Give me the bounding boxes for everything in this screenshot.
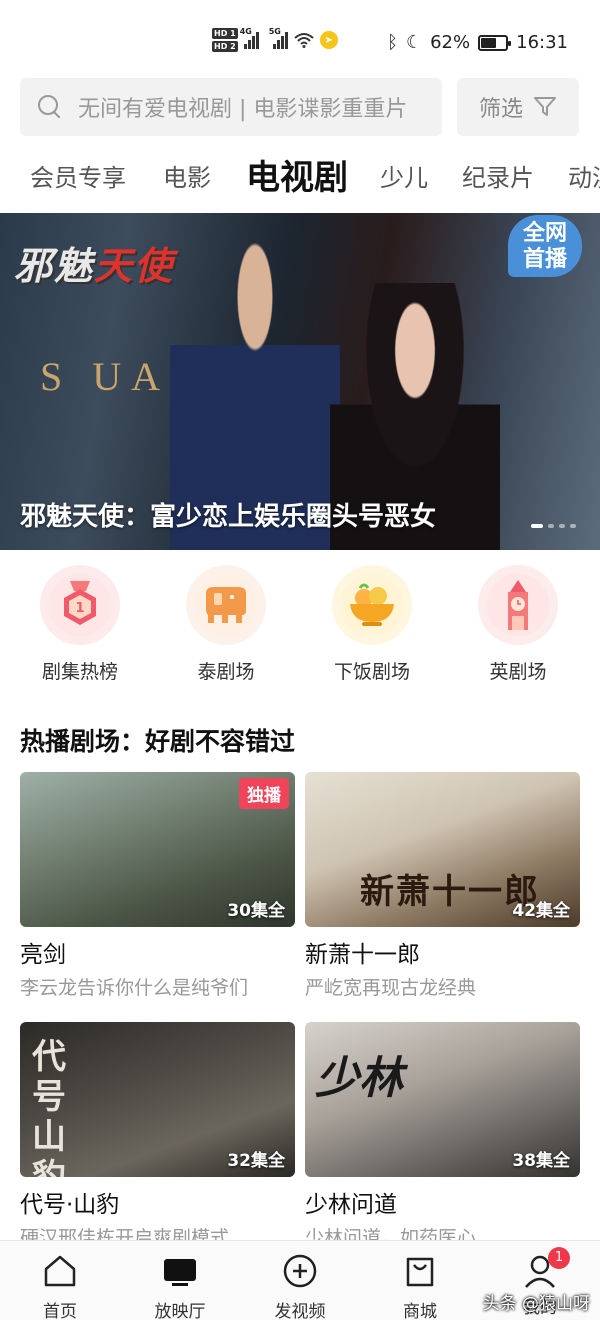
- search-input[interactable]: 无间有爱电视剧 | 电影谍影重重片: [20, 78, 442, 136]
- drama-title: 代号·山豹: [20, 1192, 120, 1218]
- nav-mall[interactable]: 商城: [360, 1241, 480, 1320]
- food-bowl-icon: [332, 565, 412, 645]
- nav-theater[interactable]: 放映厅: [120, 1241, 240, 1320]
- clock: 16:31: [516, 32, 568, 53]
- battery-percent: 62%: [430, 32, 471, 53]
- drama-title: 新萧十一郎: [305, 942, 420, 968]
- premiere-badge: 全网 首播: [508, 215, 582, 277]
- banner-show-logo: 邪魅天使: [14, 244, 175, 288]
- drama-card-liangjian[interactable]: 独播 30集全 亮剑 李云龙告诉你什么是纯爷们: [20, 772, 295, 1000]
- drama-title: 少林问道: [305, 1192, 397, 1218]
- category-british-drama[interactable]: 英剧场: [458, 565, 578, 684]
- tab-movie[interactable]: 电影: [163, 150, 211, 210]
- tab-tv-series[interactable]: 电视剧: [246, 150, 348, 210]
- svg-text:1: 1: [75, 601, 84, 616]
- nav-post-video[interactable]: 发视频: [240, 1241, 360, 1320]
- search-placeholder: 无间有爱电视剧 | 电影谍影重重片: [78, 97, 408, 122]
- filter-button[interactable]: 筛选: [457, 78, 579, 136]
- category-tabs: 会员专享 电影 电视剧 少儿 纪录片 动漫: [0, 150, 600, 210]
- drama-card-xinxiao[interactable]: 新萧十一郎 42集全 新萧十一郎 严屹宽再现古龙经典: [305, 772, 580, 1000]
- category-drama-ranking[interactable]: 1 剧集热榜: [20, 565, 140, 684]
- nav-home[interactable]: 首页: [0, 1241, 120, 1320]
- filter-label: 筛选: [478, 97, 523, 122]
- funnel-icon: [534, 97, 556, 116]
- notification-badge: 1: [548, 1247, 570, 1269]
- carousel-indicator: [531, 524, 576, 528]
- shopping-bag-icon: [406, 1257, 434, 1287]
- episode-count: 32集全: [227, 1151, 285, 1171]
- status-icons-left: HD 1 HD 2 4G 5G ➤: [212, 27, 338, 52]
- user-icon: 1: [522, 1247, 570, 1289]
- elephant-icon: [186, 565, 266, 645]
- drama-poster: 代号山豹 32集全: [20, 1022, 295, 1177]
- poster-title-art: 少林: [315, 1054, 403, 1103]
- app-notification-icon: ➤: [319, 31, 338, 49]
- poster-title-art: 代号山豹: [32, 1039, 66, 1177]
- big-ben-icon: [478, 565, 558, 645]
- banner-caption: 邪魅天使：富少恋上娱乐圈头号恶女: [20, 502, 437, 532]
- category-thai-drama[interactable]: 泰剧场: [166, 565, 286, 684]
- episode-count: 42集全: [512, 901, 570, 921]
- drama-poster: 新萧十一郎 42集全: [305, 772, 580, 927]
- tv-icon: [164, 1259, 196, 1286]
- battery-icon: [478, 34, 512, 51]
- drama-poster: 少林 38集全: [305, 1022, 580, 1177]
- hd-icon: HD 1 HD 2: [212, 28, 238, 52]
- drama-title: 亮剑: [20, 942, 66, 968]
- exclusive-badge: 独播: [239, 778, 289, 809]
- drama-card-shaolin[interactable]: 少林 38集全 少林问道 少林问道，如药医心: [305, 1022, 580, 1250]
- drama-poster: 独播 30集全: [20, 772, 295, 927]
- status-bar: HD 1 HD 2 4G 5G ➤ ᛒ ☾ 62% 16:31: [0, 0, 600, 80]
- status-icons-right: ᛒ ☾ 62% 16:31: [387, 32, 568, 53]
- search-icon: [38, 95, 62, 119]
- tab-anime[interactable]: 动漫: [568, 150, 600, 210]
- watermark: 头条 @猿山呀: [482, 1294, 590, 1314]
- episode-count: 38集全: [512, 1151, 570, 1171]
- home-icon: [44, 1255, 76, 1287]
- tab-kids[interactable]: 少儿: [380, 150, 428, 210]
- drama-subtitle: 严屹宽再现古龙经典: [305, 977, 477, 999]
- drama-card-shanbao[interactable]: 代号山豹 32集全 代号·山豹 硬汉邢佳栋开启爽剧模式: [20, 1022, 295, 1250]
- medal-icon: 1: [40, 565, 120, 645]
- plus-circle-icon: [283, 1254, 317, 1288]
- bluetooth-icon: ᛒ: [387, 32, 398, 53]
- tab-vip[interactable]: 会员专享: [30, 150, 126, 210]
- category-meal-drama[interactable]: 下饭剧场: [312, 565, 432, 684]
- tab-documentary[interactable]: 纪录片: [462, 150, 534, 210]
- signal-4g-icon: 4G: [240, 27, 259, 49]
- drama-subtitle: 李云龙告诉你什么是纯爷们: [20, 977, 249, 999]
- do-not-disturb-icon: ☾: [405, 32, 423, 53]
- section-title: 热播剧场：好剧不容错过: [20, 727, 296, 756]
- episode-count: 30集全: [227, 901, 285, 921]
- signal-5g-icon: 5G: [269, 27, 288, 49]
- wifi-icon: [294, 33, 314, 48]
